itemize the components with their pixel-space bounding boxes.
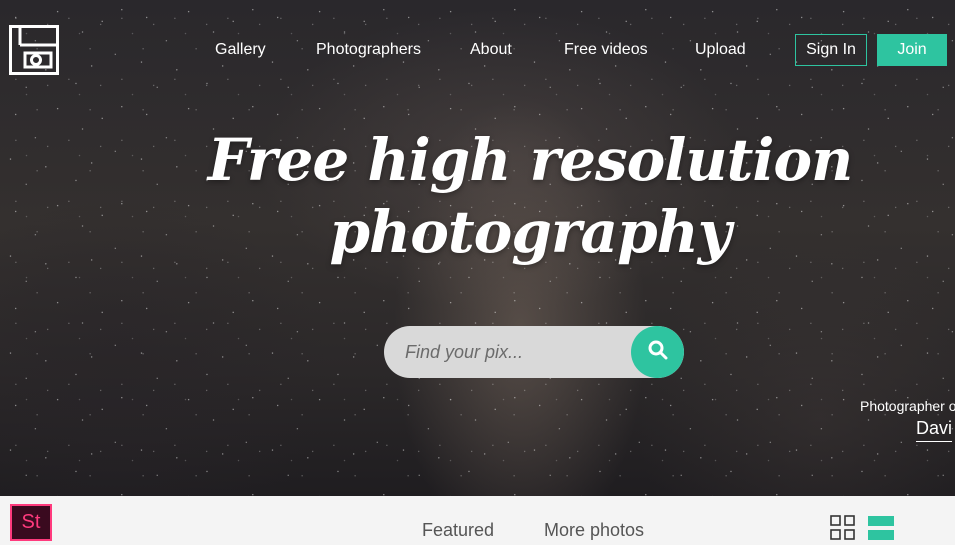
nav-free-videos[interactable]: Free videos xyxy=(564,34,648,66)
nav-photographers[interactable]: Photographers xyxy=(316,34,421,66)
hero-headline-line1: Free high resolution xyxy=(207,126,854,194)
nav-upload[interactable]: Upload xyxy=(695,34,746,66)
search-input[interactable] xyxy=(384,326,634,378)
tab-featured[interactable]: Featured xyxy=(422,519,494,541)
adobe-stock-badge[interactable]: St xyxy=(10,504,52,541)
photographer-name-link[interactable]: Davi xyxy=(916,418,953,442)
join-button[interactable]: Join xyxy=(877,34,947,66)
search-icon xyxy=(648,340,668,365)
tab-more-photos[interactable]: More photos xyxy=(544,519,644,541)
hero-headline-line2: photography xyxy=(329,198,731,266)
photographer-credit-label: Photographer o xyxy=(860,398,955,414)
grid-view-icon[interactable] xyxy=(830,515,856,541)
camera-logo-icon[interactable] xyxy=(9,25,59,75)
nav-gallery[interactable]: Gallery xyxy=(215,34,266,66)
search-bar xyxy=(384,326,684,378)
sign-in-button[interactable]: Sign In xyxy=(795,34,867,66)
nav-about[interactable]: About xyxy=(470,34,512,66)
hero-headline: Free high resolution photography xyxy=(0,124,955,268)
search-button[interactable] xyxy=(631,326,684,378)
list-view-icon[interactable] xyxy=(868,516,894,542)
